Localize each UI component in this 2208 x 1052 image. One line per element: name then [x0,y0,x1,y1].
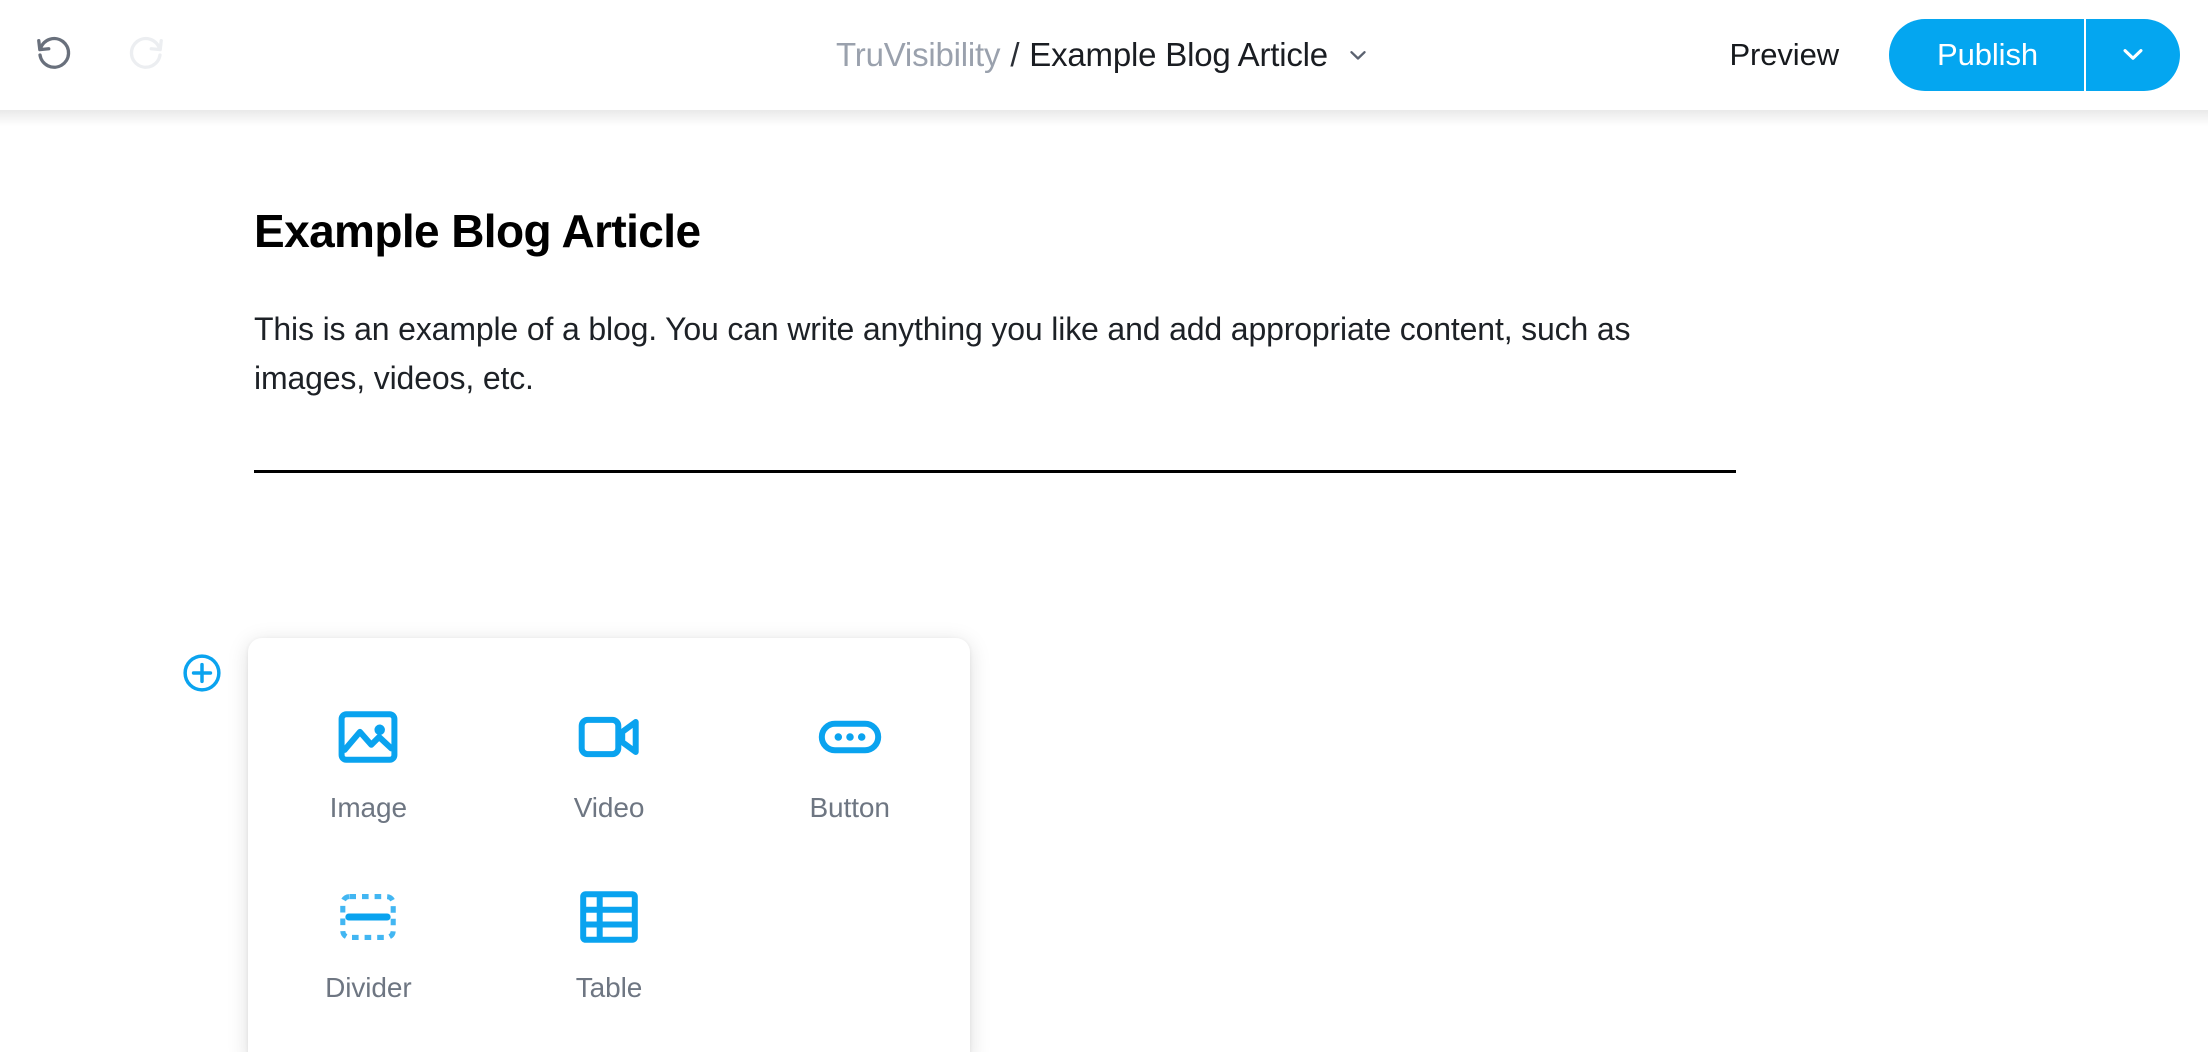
table-grid-icon [573,878,645,956]
add-block-button[interactable] [180,652,224,696]
insert-item-label: Image [329,792,407,823]
insert-item-table[interactable]: Table [489,860,730,1018]
redo-arrow-icon [125,33,167,78]
history-controls [26,27,174,83]
article-title[interactable]: Example Blog Article [254,204,1736,259]
undo-arrow-icon [33,33,75,78]
insert-item-image[interactable]: Image [248,680,489,838]
image-icon [332,698,404,776]
publish-button-group: Publish [1889,19,2180,91]
breadcrumb-page-title: Example Blog Article [1029,36,1328,73]
undo-button[interactable] [26,27,82,83]
plus-circle-icon [180,651,224,698]
insert-item-label: Button [809,792,890,823]
publish-button[interactable]: Publish [1889,19,2084,91]
video-camera-icon [573,698,645,776]
app-header: TruVisibility / Example Blog Article Pre… [0,0,2208,126]
document-body: Example Blog Article This is an example … [254,204,1736,474]
publish-dropdown-button[interactable] [2086,19,2180,91]
insert-item-label: Table [575,972,643,1003]
insert-item-label: Divider [325,972,412,1003]
insert-item-button[interactable]: Button [729,680,970,838]
insert-item-label: Video [573,792,645,823]
editor-canvas: Example Blog Article This is an example … [0,110,2208,1052]
preview-button[interactable]: Preview [1707,27,1861,83]
button-pill-icon [814,698,886,776]
divider-icon [332,878,404,956]
chevron-down-icon[interactable] [1344,41,1372,69]
redo-button[interactable] [118,27,174,83]
header-actions: Preview Publish [1707,19,2180,91]
chevron-down-icon [2116,37,2150,74]
insert-block-panel: Image Video Button Divider Table [248,638,970,1052]
insert-block-grid: Image Video Button Divider Table [248,680,970,1018]
insert-block-row: Image Video Button Divider Table [180,638,970,1052]
insert-item-video[interactable]: Video [489,680,730,838]
article-divider [254,470,1736,474]
insert-item-divider[interactable]: Divider [248,860,489,1018]
breadcrumb-site[interactable]: TruVisibility [836,36,1000,74]
article-paragraph[interactable]: This is an example of a blog. You can wr… [254,305,1684,402]
breadcrumb-separator: / [1010,36,1020,73]
breadcrumb[interactable]: TruVisibility / Example Blog Article [836,36,1372,74]
